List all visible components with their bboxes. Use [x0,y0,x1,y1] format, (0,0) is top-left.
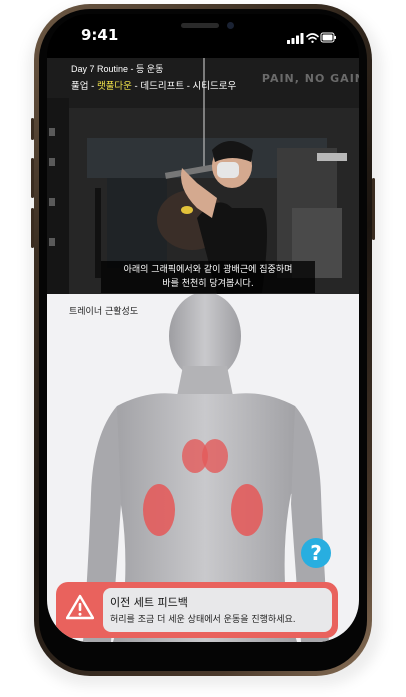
status-icons [287,29,337,48]
gym-wall-slogan: PAIN, NO GAIN [261,72,359,85]
exercise-pullup[interactable]: 풀업 [71,81,88,92]
exercise-video[interactable]: PAIN, NO GAIN Day 7 Routine - 등 운동 풀업 - … [47,58,359,294]
routine-separator: - [184,81,193,92]
rhomboid-right-highlight [202,439,228,473]
cellular-signal-icon [287,33,304,44]
warning-icon [66,594,94,620]
video-subtitle: 아래의 그래픽에서와 같이 광배근에 집중하며 바를 천천히 당겨봅시다. [101,261,315,293]
battery-icon [320,32,336,43]
routine-exercise-list: 풀업 - 랫풀다운 - 데드리프트 - 시티드로우 [71,78,236,92]
front-camera [227,22,234,29]
gym-scene-image [47,58,359,294]
feedback-card: 이전 세트 피드백 허리를 조금 더 세운 상태에서 운동을 진행하세요. [103,588,332,632]
power-button [372,178,375,240]
help-button[interactable]: ? [301,538,331,568]
status-bar: 9:41 [47,14,359,58]
routine-separator: - [88,81,97,92]
feedback-message: 허리를 조금 더 세운 상태에서 운동을 진행하세요. [110,615,296,625]
exercise-seated-row[interactable]: 시티드로우 [193,81,237,92]
volume-down-button [31,208,34,248]
feedback-title: 이전 세트 피드백 [110,596,188,609]
status-time: 9:41 [81,26,119,44]
exercise-deadlift[interactable]: 데드리프트 [140,81,184,92]
exercise-lat-pulldown[interactable]: 랫풀다운 [97,81,132,92]
wifi-icon [306,33,319,43]
subtitle-line-2: 바를 천천히 당겨봅시다. [162,279,254,289]
volume-up-button [31,158,34,198]
neck [177,366,233,396]
previous-set-feedback-banner[interactable]: 이전 세트 피드백 허리를 조금 더 세운 상태에서 운동을 진행하세요. [56,582,338,638]
lat-left-highlight [143,484,175,536]
phone-screen: 9:41 PAIN, NO GAIN Day 7 Routine - 등 운동 … [47,14,359,642]
lat-right-highlight [231,484,263,536]
subtitle-line-1: 아래의 그래픽에서와 같이 광배근에 집중하며 [123,265,293,275]
mute-switch [31,118,34,140]
earpiece-speaker [181,23,219,28]
routine-title: Day 7 Routine - 등 운동 [71,64,164,74]
question-icon: ? [310,541,322,565]
